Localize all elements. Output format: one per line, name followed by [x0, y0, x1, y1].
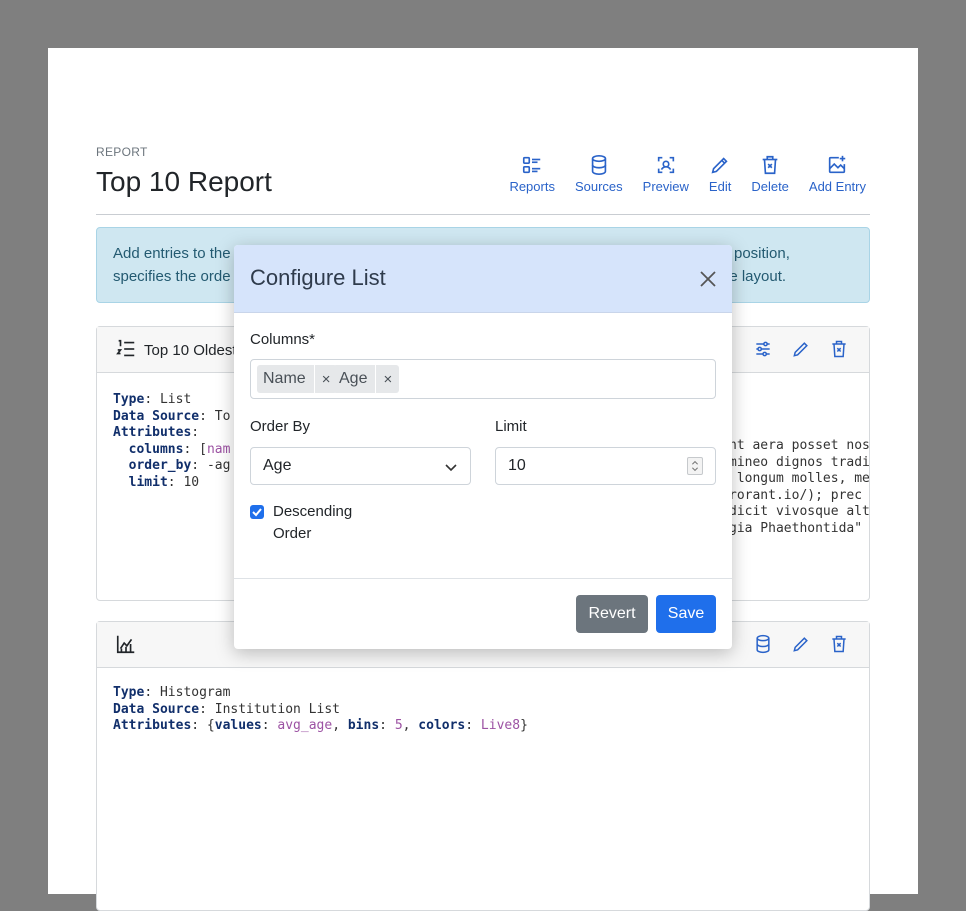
sources-label: Sources [574, 179, 623, 194]
reports-label: Reports [509, 179, 555, 194]
trash-icon[interactable] [829, 339, 849, 359]
sources-button[interactable]: Sources [575, 154, 623, 194]
column-tag-age: Age × [333, 365, 400, 393]
trash-icon[interactable] [829, 634, 849, 654]
preview-icon [657, 156, 674, 174]
modal-header: Configure List [234, 245, 732, 313]
configure-list-modal: Configure List Columns* Name × Age × Ord… [234, 245, 732, 649]
delete-label: Delete [751, 179, 789, 194]
histogram-entry-card: Type: Histogram Data Source: Institution… [96, 621, 870, 911]
add-entry-button[interactable]: Add Entry [809, 154, 866, 194]
list-card-actions [753, 339, 849, 359]
spinner-arrows-icon [692, 460, 698, 472]
add-image-icon [829, 155, 846, 174]
modal-footer-divider [234, 578, 732, 579]
chevron-down-icon [445, 464, 457, 472]
histogram-card-code: Type: Histogram Data Source: Institution… [113, 685, 528, 733]
database-icon[interactable] [753, 634, 773, 654]
limit-label: Limit [495, 418, 527, 435]
chart-line-icon [116, 635, 135, 654]
alert-line-2: specifies the orde [113, 268, 231, 285]
list-card-title: Top 10 Oldest [144, 342, 237, 359]
pencil-icon [711, 157, 728, 174]
pencil-icon[interactable] [791, 339, 811, 359]
descending-checkbox[interactable] [250, 505, 264, 519]
number-spinner[interactable] [687, 457, 703, 475]
columns-label: Columns* [250, 331, 316, 348]
add-entry-label: Add Entry [808, 179, 866, 194]
close-icon[interactable] [698, 269, 718, 289]
order-by-label: Order By [250, 418, 311, 435]
page-title: Top 10 Report [96, 166, 272, 197]
list-icon [523, 156, 541, 174]
alert-line-1: Add entries to the [113, 245, 231, 262]
ordered-list-icon [116, 339, 135, 357]
column-tag-name: Name × [257, 365, 338, 393]
histogram-card-actions [753, 634, 849, 654]
order-by-select[interactable]: Age [250, 447, 471, 485]
order-by-value: Age [263, 457, 292, 474]
descending-label[interactable]: Descending Order [273, 501, 373, 545]
limit-input[interactable]: 10 [495, 447, 716, 485]
save-button[interactable]: Save [656, 595, 716, 633]
revert-button[interactable]: Revert [576, 595, 648, 633]
page-eyebrow: REPORT [96, 145, 148, 159]
sliders-icon[interactable] [753, 339, 773, 359]
edit-button[interactable]: Edit [709, 154, 731, 194]
database-icon [591, 155, 607, 175]
column-tag-label: Age [339, 370, 368, 387]
list-card-code: Type: List Data Source: To Attributes: c… [113, 392, 231, 490]
alert-line-1-end: position, [734, 245, 790, 262]
report-toolbar: Reports Sources Preview Edit Delete Add … [509, 154, 866, 194]
remove-tag-button[interactable]: × [375, 365, 399, 393]
delete-button[interactable]: Delete [751, 154, 789, 194]
limit-value: 10 [508, 457, 526, 474]
header-divider [96, 214, 870, 215]
trash-icon [762, 155, 778, 175]
columns-multiselect[interactable]: Name × Age × [250, 359, 716, 399]
edit-label: Edit [708, 179, 732, 194]
list-card-code-overflow: nt aera posset nos mineo dignos tradi lo… [729, 438, 869, 536]
checkmark-icon [252, 508, 262, 517]
preview-label: Preview [642, 179, 689, 194]
modal-title: Configure List [250, 265, 386, 290]
pencil-icon[interactable] [791, 634, 811, 654]
reports-button[interactable]: Reports [509, 154, 555, 194]
preview-button[interactable]: Preview [643, 154, 689, 194]
column-tag-label: Name [263, 370, 306, 387]
